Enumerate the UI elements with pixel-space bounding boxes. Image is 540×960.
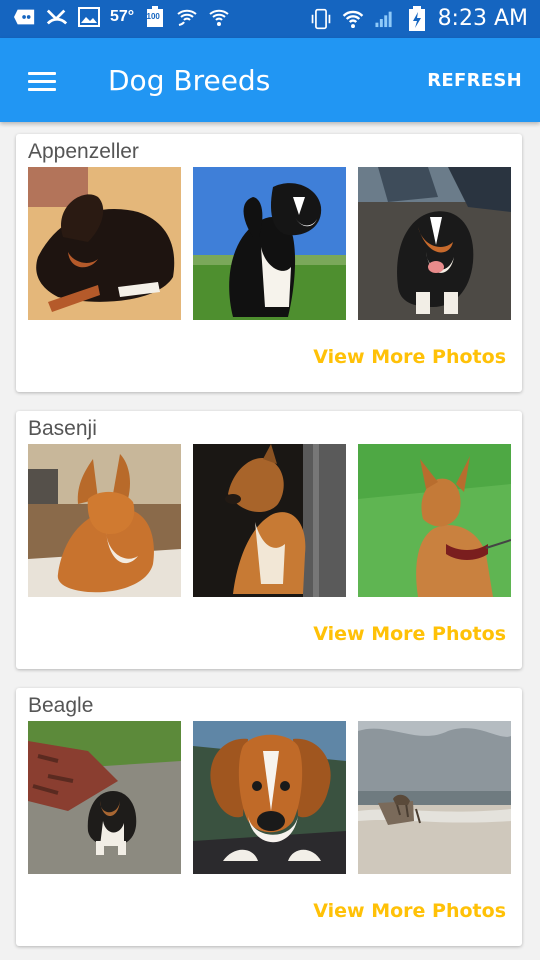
- breed-name: Appenzeller: [28, 140, 139, 163]
- view-more-photos-button[interactable]: View More Photos: [313, 346, 506, 368]
- vibrate-icon: [310, 8, 332, 30]
- wifi-icon: [342, 8, 364, 30]
- dog-photo[interactable]: [193, 721, 346, 874]
- dog-photo[interactable]: [358, 444, 511, 597]
- view-more-photos-button[interactable]: View More Photos: [313, 623, 506, 645]
- image-icon: [78, 6, 100, 28]
- menu-button[interactable]: [22, 65, 62, 97]
- battery-charging-icon: [406, 5, 428, 31]
- wifi-call-icon: [176, 6, 198, 28]
- dog-photo[interactable]: [28, 167, 181, 320]
- dog-photo[interactable]: [28, 444, 181, 597]
- view-more-photos-button[interactable]: View More Photos: [313, 900, 506, 922]
- clock-text: 8:23 AM: [437, 6, 528, 31]
- dog-photo[interactable]: [193, 167, 346, 320]
- menu-icon-bar: [28, 88, 56, 91]
- breed-name: Basenji: [28, 417, 97, 440]
- menu-icon-bar: [28, 80, 56, 83]
- dog-photo[interactable]: [193, 444, 346, 597]
- dog-photo[interactable]: [28, 721, 181, 874]
- app-bar: Dog Breeds REFRESH: [0, 38, 540, 122]
- wifi-small-icon: [208, 6, 230, 28]
- breed-name: Beagle: [28, 694, 94, 717]
- missed-call-icon: [46, 6, 68, 28]
- breed-card-basenji: Basenji View More Photos: [16, 411, 522, 669]
- temperature-text: 57°: [110, 8, 135, 25]
- battery-small-icon: 100: [144, 6, 166, 28]
- status-bar: 57° 100 8:23 AM: [0, 0, 540, 38]
- dog-photo[interactable]: [358, 721, 511, 874]
- cell-signal-icon: [374, 8, 396, 30]
- breed-card-beagle: Beagle View More Photos: [16, 688, 522, 946]
- menu-icon-bar: [28, 72, 56, 75]
- battery-small-text: 100: [146, 12, 160, 21]
- dog-photo[interactable]: [358, 167, 511, 320]
- keyboard-icon: [14, 6, 36, 28]
- refresh-button[interactable]: REFRESH: [427, 70, 522, 91]
- breed-card-appenzeller: Appenzeller View More Photos: [16, 134, 522, 392]
- page-title: Dog Breeds: [108, 64, 271, 97]
